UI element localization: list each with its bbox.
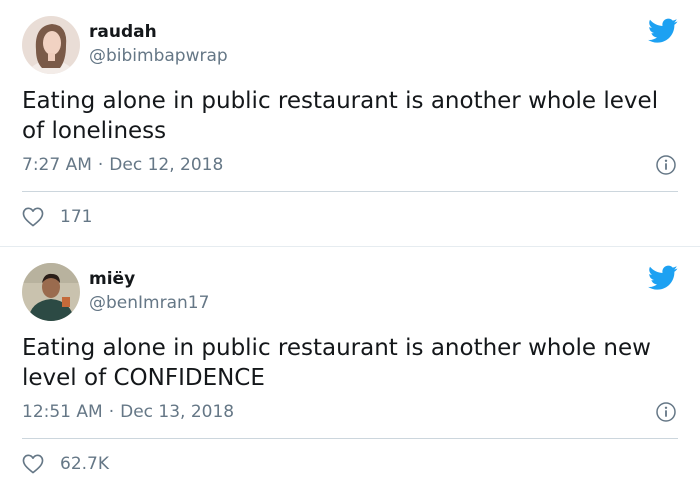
heart-icon[interactable] xyxy=(22,454,44,474)
tweet-text: Eating alone in public restaurant is ano… xyxy=(22,335,651,391)
like-button[interactable]: 62.7K xyxy=(22,453,109,475)
info-icon[interactable] xyxy=(656,155,676,175)
tweet-time: 7:27 AM xyxy=(22,155,92,175)
tweet-text: Eating alone in public restaurant is ano… xyxy=(22,88,659,144)
tweet-time: 12:51 AM xyxy=(22,402,103,422)
divider xyxy=(22,191,678,192)
info-icon[interactable] xyxy=(656,402,676,422)
separator: · xyxy=(97,155,104,175)
avatar[interactable] xyxy=(22,263,80,321)
like-count: 62.7K xyxy=(60,454,109,474)
tweet-card[interactable]: raudah @bibimbapwrap Eating alone in pub… xyxy=(0,0,700,246)
separator: · xyxy=(108,402,115,422)
heart-icon[interactable] xyxy=(22,207,44,227)
tweet-date: Dec 13, 2018 xyxy=(120,402,235,422)
like-count: 171 xyxy=(60,207,93,227)
divider xyxy=(22,438,678,439)
display-name[interactable]: miëy xyxy=(89,269,135,289)
tweet-card[interactable]: miëy @benImran17 Eating alone in public … xyxy=(0,246,700,491)
user-handle[interactable]: @bibimbapwrap xyxy=(89,46,228,66)
user-handle[interactable]: @benImran17 xyxy=(89,293,209,313)
twitter-bird-icon[interactable] xyxy=(648,265,678,291)
twitter-bird-icon[interactable] xyxy=(648,18,678,44)
like-button[interactable]: 171 xyxy=(22,206,92,228)
tweet-date: Dec 12, 2018 xyxy=(109,155,224,175)
display-name[interactable]: raudah xyxy=(89,22,157,42)
tweet-timestamp[interactable]: 7:27 AM · Dec 12, 2018 xyxy=(22,155,223,175)
avatar[interactable] xyxy=(22,16,80,74)
tweet-timestamp[interactable]: 12:51 AM · Dec 13, 2018 xyxy=(22,402,234,422)
